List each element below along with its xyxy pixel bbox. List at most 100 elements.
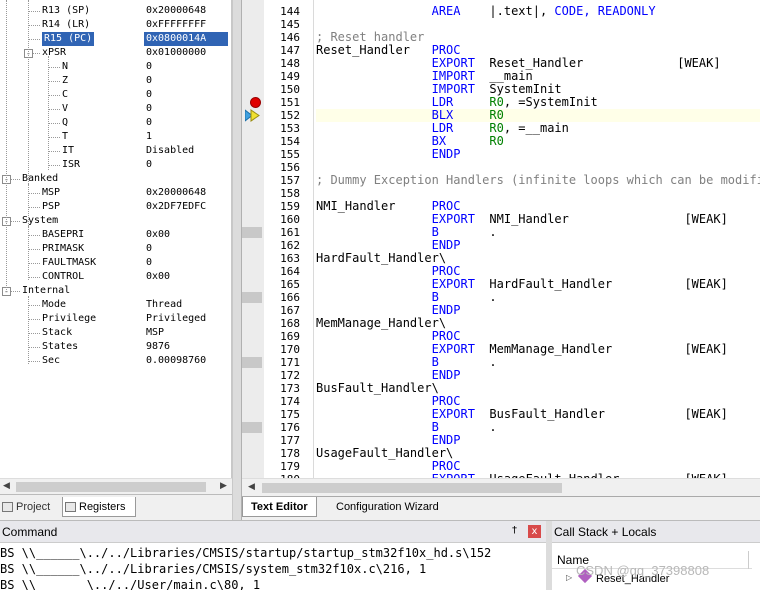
close-icon[interactable]: x [528, 525, 541, 538]
code-token: BX [316, 134, 490, 148]
register-value[interactable]: 0x00 [146, 270, 170, 284]
tree-connector [6, 0, 7, 292]
line-number: 149 [280, 70, 300, 83]
register-row[interactable]: N0 [0, 60, 231, 74]
breakpoint-icon[interactable] [250, 97, 261, 108]
tree-connector [48, 151, 60, 152]
register-value[interactable]: Disabled [146, 144, 194, 158]
tree-connector [48, 56, 49, 170]
code-token: EXPORT [316, 277, 490, 291]
register-row[interactable]: IT Disabled [0, 144, 231, 158]
scroll-left-icon[interactable]: ◀ [248, 482, 255, 492]
line-number: 172 [280, 369, 300, 382]
scroll-thumb[interactable] [16, 482, 206, 492]
register-value[interactable]: 1 [146, 130, 152, 144]
register-value[interactable]: 0xFFFFFFFF [146, 18, 206, 32]
register-value[interactable]: 0 [146, 256, 152, 270]
code-token: R0 [489, 95, 504, 109]
register-name: xPSR [42, 47, 67, 58]
command-line: BS \\______\../../Libraries/CMSIS/startu… [0, 546, 492, 560]
line-number: 175 [280, 408, 300, 421]
register-row[interactable]: Banked [0, 172, 231, 186]
register-value[interactable]: 0x00 [146, 228, 170, 242]
code-token: PROC [316, 264, 461, 278]
registers-hscrollbar[interactable]: ◀ ▶ [0, 478, 232, 494]
scroll-thumb[interactable] [262, 483, 562, 493]
scroll-right-icon[interactable]: ▶ [220, 481, 227, 491]
code-token: NMI_Handler [WEAK] [489, 212, 728, 226]
tab-project[interactable]: Project [0, 497, 58, 517]
line-number: 177 [280, 434, 300, 447]
register-value[interactable]: 0x01000000 [146, 46, 206, 60]
code-token: |.text|, [489, 4, 555, 18]
execution-pointer-icon [245, 109, 260, 122]
register-value[interactable]: 0 [146, 158, 152, 172]
code-token: . [489, 420, 497, 434]
register-row[interactable]: Q0 [0, 116, 231, 130]
register-value[interactable]: 0 [146, 102, 152, 116]
text-editor[interactable]: 144 145 146 147 148 149 150 151 152 153 154 155 156 1… [242, 0, 760, 478]
line-number: 157 [280, 174, 300, 187]
code-token: Reset_Handler [WEAK] [489, 56, 721, 70]
line-number: 167 [280, 304, 300, 317]
editor-tabs: Text Editor Configuration Wizard [242, 496, 760, 518]
register-value[interactable]: MSP [146, 326, 164, 340]
register-value[interactable]: 0.00098760 [146, 354, 206, 368]
code-token: R0 [489, 134, 504, 148]
register-name: MSP [42, 187, 61, 198]
register-row[interactable]: ISR 0 [0, 158, 231, 172]
scroll-left-icon[interactable]: ◀ [3, 481, 10, 491]
tab-configuration-wizard[interactable]: Configuration Wizard [328, 497, 447, 517]
vertical-splitter[interactable] [232, 0, 242, 520]
register-value[interactable]: 0 [146, 60, 152, 74]
code-token: ; Dummy Exception Handlers (infinite loo… [316, 173, 760, 187]
register-value[interactable]: 0x20000648 [146, 4, 206, 18]
register-row[interactable]: Internal [0, 284, 231, 298]
register-row[interactable]: Z0 [0, 74, 231, 88]
code-token: CODE, READONLY [554, 4, 656, 18]
line-numbers: 144 145 146 147 148 149 150 151 152 153 154 155 156 1… [264, 0, 314, 478]
line-number: 156 [280, 161, 300, 174]
code-token: HardFault_Handler\ [316, 251, 447, 265]
register-value[interactable]: Thread [146, 298, 182, 312]
column-separator[interactable] [748, 551, 752, 569]
tab-registers[interactable]: Registers [62, 497, 136, 517]
register-value[interactable]: 0x0800014A [144, 32, 228, 46]
expand-icon[interactable]: ▷ [566, 573, 572, 582]
register-row[interactable]: C0 [0, 88, 231, 102]
code-line[interactable]: ; Dummy Exception Handlers (infinite loo… [316, 174, 760, 187]
editor-hscrollbar[interactable]: ◀ [242, 478, 760, 496]
line-number: 165 [280, 278, 300, 291]
register-value[interactable]: 0 [146, 74, 152, 88]
tree-connector [28, 184, 29, 220]
register-row[interactable]: System [0, 214, 231, 228]
tree-connector [28, 207, 40, 208]
register-value[interactable]: 0 [146, 116, 152, 130]
register-name: Mode [42, 299, 67, 310]
code-token: , =__main [503, 121, 569, 135]
tree-connector [28, 193, 40, 194]
pin-icon[interactable]: † [512, 525, 517, 537]
code-line[interactable]: ENDP [316, 148, 461, 161]
code-line[interactable]: AREA |.text|, CODE, READONLY [316, 5, 656, 18]
register-value[interactable]: 0x2DF7EDFC [146, 200, 206, 214]
command-title-bar: Command † x [0, 521, 546, 543]
register-value[interactable]: 9876 [146, 340, 170, 354]
register-value[interactable]: 0 [146, 242, 152, 256]
registers-pane: R13 (SP) 0x20000648 R14 (LR) 0xFFFFFFFF R15 … [0, 0, 232, 478]
register-name: C [62, 89, 69, 100]
tab-project-label: Project [16, 501, 51, 513]
register-row[interactable]: T1 [0, 130, 231, 144]
tab-text-editor[interactable]: Text Editor [242, 497, 317, 517]
register-row[interactable]: V0 [0, 102, 231, 116]
register-name: FAULTMASK [42, 257, 97, 268]
tree-connector [28, 305, 40, 306]
breakpoint-gutter[interactable] [242, 0, 264, 478]
register-value[interactable]: 0 [146, 88, 152, 102]
code-token: ; Reset handler [316, 30, 425, 44]
register-value[interactable]: Privileged [146, 312, 206, 326]
register-value[interactable]: 0x20000648 [146, 186, 206, 200]
line-number: 169 [280, 330, 300, 343]
tab-registers-label: Registers [79, 501, 126, 513]
tree-connector [28, 361, 40, 362]
